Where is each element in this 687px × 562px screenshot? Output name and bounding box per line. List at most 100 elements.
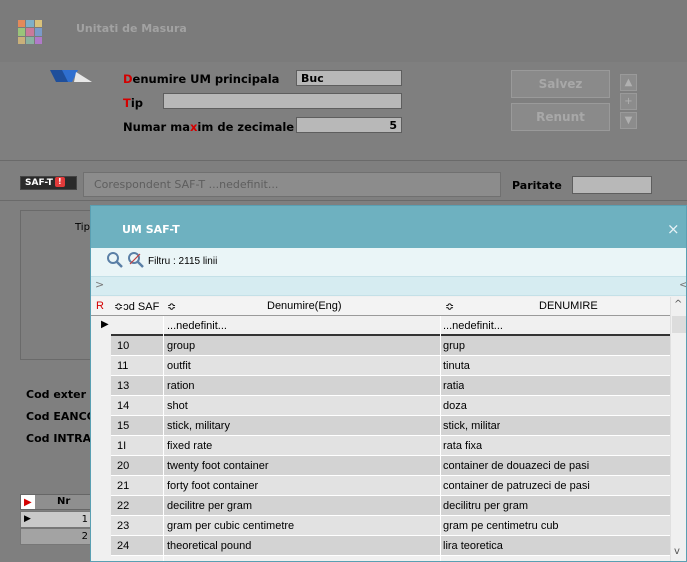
cell-code: 13 (117, 380, 130, 392)
cell-ro: decilitru per gram (443, 500, 528, 512)
cell-ro: lira teoretica (443, 540, 503, 552)
table-row[interactable]: 10 group grup (111, 336, 670, 356)
title-bar: Unitati de Masura (0, 0, 687, 62)
eng-column-header[interactable]: Denumire(Eng) (267, 300, 342, 312)
row-indicator-icon: ▶ (24, 497, 32, 508)
table-row[interactable]: 1I fixed rate rata fixa (111, 436, 670, 456)
app-icon (18, 20, 42, 44)
cell-eng: decilitre per gram (167, 500, 252, 512)
save-button[interactable]: Salvez (511, 70, 610, 98)
move-up-button[interactable]: ▲ (620, 74, 637, 91)
cell-ro: grup (443, 340, 466, 352)
cell-eng: forty foot container (167, 480, 259, 492)
table-row[interactable]: 14 shot doza (111, 396, 670, 416)
column-scroll-strip (91, 276, 686, 296)
cell-ro: ...nedefinit... (443, 320, 503, 332)
close-icon[interactable]: × (667, 222, 680, 237)
cod-extern-label: Cod exter (26, 388, 87, 401)
uom-main-label: Denumire UM principala (123, 72, 280, 86)
section-divider-2 (0, 200, 687, 201)
cell-eng: fixed rate (167, 440, 213, 452)
current-row-icon: ▶ (24, 514, 31, 524)
cell-eng: shot (167, 400, 188, 412)
small-grid: ▶ Nr ▶ 1 2 (20, 494, 95, 550)
cell-code: 14 (117, 400, 130, 412)
cell-code: 23 (117, 520, 130, 532)
small-grid-header: ▶ Nr (20, 494, 95, 510)
cell-eng: outfit (167, 360, 191, 372)
tip-panel-label: Tip (75, 222, 90, 233)
table-row[interactable]: 24 theoretical pound lira teoretica (111, 536, 670, 556)
table-row[interactable]: 11 outfit tinuta (111, 356, 670, 376)
vertical-scrollbar[interactable] (670, 297, 686, 561)
cell-ro: tinuta (443, 360, 470, 372)
max-decimals-label: Numar maxim de zecimale (123, 120, 295, 134)
cell-code: 20 (117, 460, 130, 472)
table-row[interactable]: 23 gram per cubic centimetre gram pe centi… (111, 516, 670, 536)
table-row[interactable]: 22 decilitre per gram decilitru per gram (111, 496, 670, 516)
cell-eng: ration (167, 380, 195, 392)
cell-ro: container de patruzeci de pasi (443, 480, 590, 492)
grid-header: R ≎ɔd SAF ≎ Denumire(Eng) ≎ DENUMIRE (91, 297, 670, 316)
scroll-up-icon[interactable]: ^ (674, 299, 682, 310)
dialog-title-bar: UM SAF-T × (91, 206, 686, 248)
scrollbar-thumb[interactable] (672, 316, 686, 333)
move-down-button[interactable]: ▼ (620, 112, 637, 129)
scroll-down-icon[interactable]: v (674, 546, 680, 557)
saft-correspondent-field[interactable]: Corespondent SAF-T ...nedefinit... (83, 172, 501, 197)
cell-ro: rata fixa (443, 440, 483, 452)
warning-icon: ! (54, 177, 65, 187)
brand-logo-icon (50, 70, 92, 82)
cell-eng: twenty foot container (167, 460, 269, 472)
cell-eng: theoretical pound (167, 540, 252, 552)
section-divider (0, 160, 687, 161)
advanced-search-icon[interactable] (127, 251, 145, 269)
cell-code: 1I (117, 440, 127, 452)
small-grid-row[interactable]: 2 (20, 528, 95, 545)
cell-ro: ratia (443, 380, 465, 392)
scroll-left-icon[interactable]: > (95, 278, 104, 291)
cell-eng: stick, military (167, 420, 230, 432)
small-grid-header-nr: Nr (57, 496, 71, 507)
cell-eng: ...nedefinit... (167, 320, 227, 332)
cell-eng: group (167, 340, 196, 352)
current-row-icon: ▶ (101, 319, 109, 330)
cell-eng: gram per cubic centimetre (167, 520, 295, 532)
tip-panel: Tip (20, 210, 92, 360)
dialog-title: UM SAF-T (122, 223, 180, 236)
cell-ro: container de douazeci de pasi (443, 460, 590, 472)
add-button[interactable]: + (620, 93, 637, 110)
max-decimals-field[interactable]: 5 (296, 117, 402, 133)
record-column-header: R (96, 300, 104, 312)
table-row[interactable]: 20 twenty foot container container de doua… (111, 456, 670, 476)
saft-uom-dialog: UM SAF-T × Filtru : 2115 linii > < R ≎ɔd… (90, 205, 687, 562)
table-row[interactable]: 15 stick, military stick, militar (111, 416, 670, 436)
table-row[interactable]: 13 ration ratia (111, 376, 670, 396)
cod-intrastat-label: Cod INTRA (26, 432, 92, 445)
tip-field[interactable] (163, 93, 402, 109)
ro-column-header[interactable]: DENUMIRE (539, 300, 598, 312)
window-title: Unitati de Masura (76, 22, 187, 35)
scroll-right-icon[interactable]: < (679, 278, 686, 291)
cell-code: 21 (117, 480, 130, 492)
cell-ro: stick, militar (443, 420, 501, 432)
small-grid-row[interactable]: ▶ 1 (20, 511, 95, 528)
cell-ro: doza (443, 400, 467, 412)
search-icon[interactable] (106, 251, 124, 269)
table-row[interactable]: 21 forty foot container container de patru… (111, 476, 670, 496)
saft-badge[interactable]: SAF-T! (20, 176, 77, 190)
table-row[interactable]: ...nedefinit... ...nedefinit... (111, 316, 670, 336)
cell-code: 11 (117, 360, 129, 372)
filter-count: Filtru : 2115 linii (148, 256, 218, 267)
uom-main-field[interactable]: Buc (296, 70, 402, 86)
paritate-label: Paritate (512, 179, 562, 192)
cell-code: 22 (117, 500, 130, 512)
cancel-button[interactable]: Renunt (511, 103, 610, 131)
eng-sort-icon[interactable]: ≎ (167, 300, 176, 313)
paritate-field[interactable] (572, 176, 652, 194)
cell-code: 15 (117, 420, 130, 432)
ro-sort-icon[interactable]: ≎ (445, 300, 454, 313)
saft-uom-grid: R ≎ɔd SAF ≎ Denumire(Eng) ≎ DENUMIRE ▶..… (91, 297, 670, 561)
cod-eancc-label: Cod EANCC (26, 410, 95, 423)
code-column-header[interactable]: ≎ɔd SAF (114, 300, 159, 313)
